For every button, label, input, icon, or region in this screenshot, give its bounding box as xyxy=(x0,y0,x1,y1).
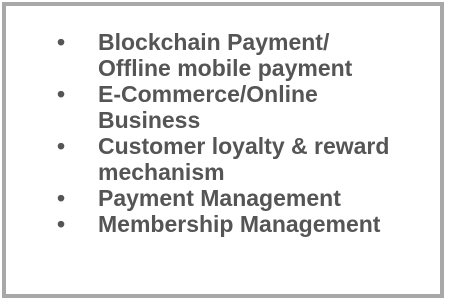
bullet-icon: • xyxy=(57,29,66,55)
list-item-payment-management: • Payment Management xyxy=(57,185,447,211)
list-item-membership-management: • Membership Management xyxy=(57,211,447,237)
bullet-icon: • xyxy=(57,81,66,107)
bordered-panel: • Blockchain Payment/ Offline mobile pay… xyxy=(2,2,444,298)
feature-list: • Blockchain Payment/ Offline mobile pay… xyxy=(57,29,447,237)
bullet-icon: • xyxy=(57,185,66,211)
list-item-text-line: mechanism xyxy=(98,159,225,185)
list-item-customer-loyalty: • Customer loyalty & reward mechanism xyxy=(57,133,447,185)
list-item-text-line: E-Commerce/Online xyxy=(98,81,318,107)
list-item-text-line: Membership Management xyxy=(98,211,381,237)
list-item-ecommerce: • E-Commerce/Online Business xyxy=(57,81,447,133)
bullet-icon: • xyxy=(57,211,66,237)
bullet-icon: • xyxy=(57,133,66,159)
list-item-text-line: Blockchain Payment/ xyxy=(98,29,330,55)
list-item-text-line: Offline mobile payment xyxy=(98,55,353,81)
list-item-text-line: Customer loyalty & reward xyxy=(98,133,390,159)
list-item-text-line: Business xyxy=(98,107,201,133)
list-item-blockchain-payment: • Blockchain Payment/ Offline mobile pay… xyxy=(57,29,447,81)
list-item-text-line: Payment Management xyxy=(98,185,341,211)
